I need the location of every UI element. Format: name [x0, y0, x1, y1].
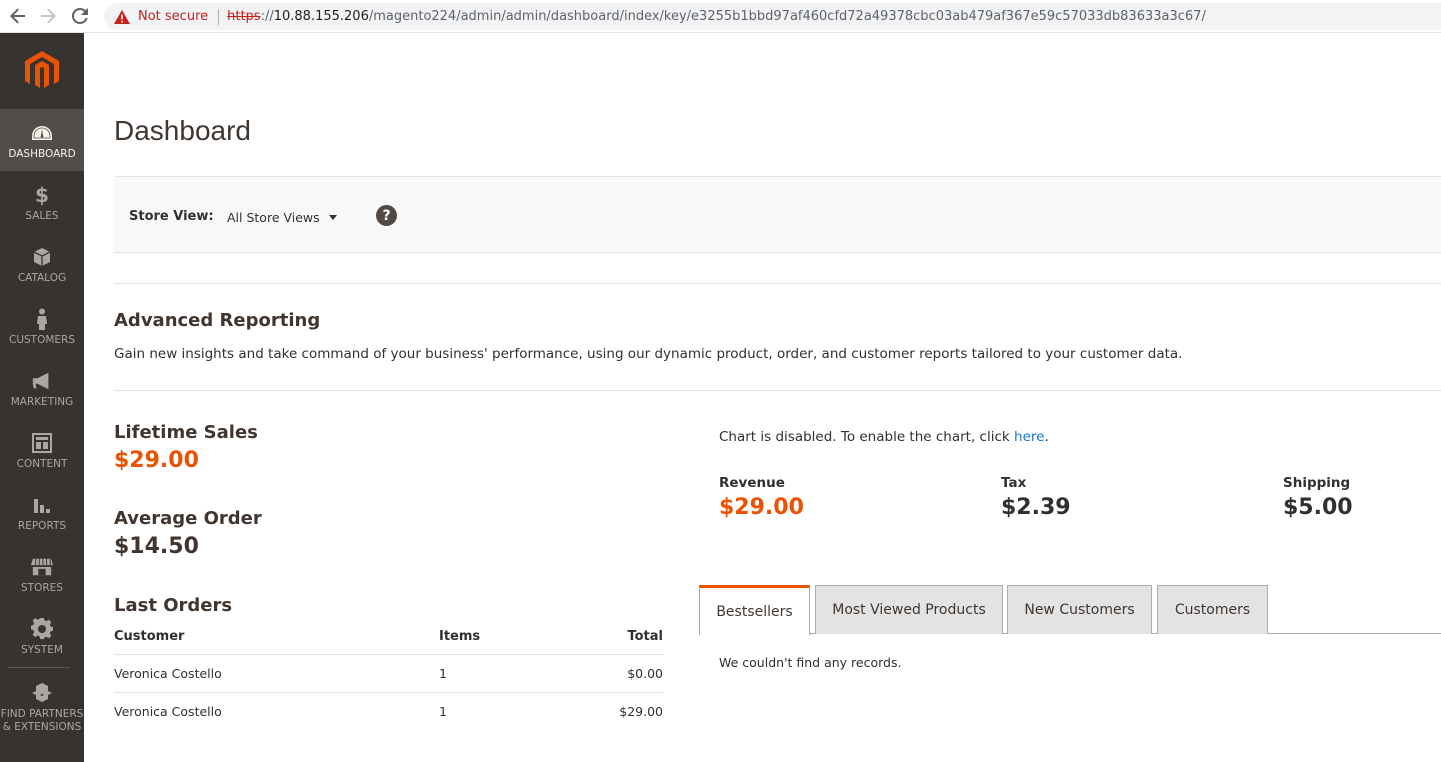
shipping-label: Shipping — [1283, 475, 1351, 491]
tax-value: $2.39 — [1001, 495, 1071, 520]
bar-chart-icon — [31, 495, 53, 515]
sidebar-item-dashboard[interactable]: DASHBOARD — [0, 109, 84, 171]
sidebar-item-label: STORES — [21, 582, 63, 594]
help-icon[interactable]: ? — [376, 205, 397, 226]
sidebar-item-label: CATALOG — [17, 272, 67, 284]
url-protocol: https — [227, 9, 261, 24]
sidebar-item-sales[interactable]: $ SALES — [0, 171, 84, 233]
sidebar-item-label: REPORTS — [17, 520, 67, 532]
caret-down-icon — [328, 215, 337, 220]
magento-logo-icon — [25, 51, 59, 88]
arrow-right-icon — [41, 8, 56, 24]
gear-icon — [31, 618, 53, 640]
sidebar-item-label: SYSTEM — [21, 644, 63, 656]
average-order-value: $14.50 — [114, 534, 199, 559]
arrow-left-icon — [10, 8, 25, 24]
store-view-selected: All Store Views — [227, 210, 320, 225]
sidebar-item-label: SALES — [25, 210, 59, 222]
forward-button[interactable] — [38, 6, 58, 26]
last-orders-title: Last Orders — [114, 595, 233, 616]
security-label[interactable]: Not secure — [138, 9, 208, 24]
megaphone-icon — [31, 371, 53, 391]
browser-toolbar: Not secure https://10.88.155.206/magento… — [0, 0, 1441, 33]
sidebar-item-label: & EXTENSIONS — [2, 721, 82, 733]
chart-message-text: Chart is disabled. To enable the chart, … — [719, 429, 1015, 445]
column-header-customer: Customer — [114, 629, 185, 644]
sidebar-divider — [8, 667, 70, 668]
advanced-reporting-title[interactable]: Advanced Reporting — [114, 310, 320, 331]
main-content: Dashboard Store View: All Store Views ? … — [114, 33, 1441, 762]
sidebar-item-content[interactable]: CONTENT — [0, 419, 84, 481]
divider — [114, 283, 1441, 284]
sidebar-item-catalog[interactable]: CATALOG — [0, 233, 84, 295]
sidebar-item-customers[interactable]: CUSTOMERS — [0, 295, 84, 357]
column-header-total: Total — [627, 629, 663, 644]
dashboard-tabs: Bestsellers Most Viewed Products New Cus… — [699, 585, 1441, 635]
tab-new-customers[interactable]: New Customers — [1007, 585, 1152, 634]
tab-customers[interactable]: Customers — [1157, 585, 1268, 634]
back-button[interactable] — [8, 6, 28, 26]
enable-chart-link[interactable]: here — [1014, 429, 1044, 445]
order-customer: Veronica Costello — [114, 704, 222, 719]
revenue-label: Revenue — [719, 475, 785, 491]
lifetime-sales-value: $29.00 — [114, 448, 199, 473]
order-customer: Veronica Costello — [114, 666, 222, 681]
chart-message-suffix: . — [1044, 429, 1049, 445]
tax-label: Tax — [1001, 475, 1027, 491]
magento-logo[interactable] — [0, 33, 84, 109]
layout-icon — [31, 433, 53, 453]
last-orders-table: Customer Items Total Veronica Costello 1… — [114, 620, 663, 731]
url-separator: :// — [260, 9, 274, 24]
revenue-value: $29.00 — [719, 495, 804, 520]
order-total: $0.00 — [627, 666, 663, 681]
lifetime-sales-label: Lifetime Sales — [114, 422, 258, 443]
sidebar-item-label: MARKETING — [10, 396, 74, 408]
order-items: 1 — [439, 704, 447, 719]
tab-most-viewed-products[interactable]: Most Viewed Products — [815, 585, 1003, 634]
reload-icon — [72, 8, 88, 24]
url-divider — [218, 8, 220, 25]
sidebar-item-partners[interactable]: FIND PARTNERS & EXTENSIONS — [0, 669, 84, 739]
table-row[interactable]: Veronica Costello 1 $0.00 — [114, 655, 663, 693]
sidebar-item-label: CUSTOMERS — [8, 334, 75, 346]
storefront-icon — [31, 557, 53, 577]
box-icon — [31, 247, 53, 267]
divider — [114, 390, 1441, 391]
sidebar-item-reports[interactable]: REPORTS — [0, 481, 84, 543]
sidebar-item-marketing[interactable]: MARKETING — [0, 357, 84, 419]
column-header-items: Items — [439, 629, 481, 644]
sidebar-item-system[interactable]: SYSTEM — [0, 605, 84, 667]
admin-sidebar: DASHBOARD $ SALES CATALOG CUSTOMERS MARK… — [0, 33, 84, 762]
average-order-label: Average Order — [114, 508, 262, 529]
order-total: $29.00 — [619, 704, 663, 719]
url-path: /magento224/admin/admin/dashboard/index/… — [368, 9, 1206, 24]
reload-button[interactable] — [70, 6, 90, 26]
address-bar[interactable]: Not secure https://10.88.155.206/magento… — [104, 3, 1441, 30]
shipping-value: $5.00 — [1283, 495, 1353, 520]
page-title: Dashboard — [114, 115, 251, 146]
person-icon — [31, 308, 53, 330]
tab-bestsellers[interactable]: Bestsellers — [699, 585, 810, 635]
order-items: 1 — [439, 666, 447, 681]
warning-icon — [114, 9, 130, 24]
store-view-bar: Store View: All Store Views ? — [114, 176, 1441, 253]
table-header: Customer Items Total — [114, 620, 663, 655]
url-host: 10.88.155.206 — [273, 9, 369, 24]
advanced-reporting-text: Gain new insights and take command of yo… — [114, 346, 1183, 362]
store-view-dropdown[interactable]: All Store Views — [227, 210, 337, 225]
dollar-icon: $ — [35, 183, 49, 207]
sidebar-item-label: FIND PARTNERS — [0, 708, 84, 720]
dashboard-icon — [31, 123, 53, 143]
sidebar-item-label: DASHBOARD — [8, 148, 76, 160]
boxes-icon — [31, 683, 53, 703]
store-view-label: Store View: — [129, 209, 214, 224]
table-row[interactable]: Veronica Costello 1 $29.00 — [114, 693, 663, 731]
sidebar-item-stores[interactable]: STORES — [0, 543, 84, 605]
empty-state-message: We couldn't find any records. — [719, 655, 902, 670]
chart-disabled-message: Chart is disabled. To enable the chart, … — [719, 429, 1049, 445]
sidebar-item-label: CONTENT — [16, 458, 68, 470]
